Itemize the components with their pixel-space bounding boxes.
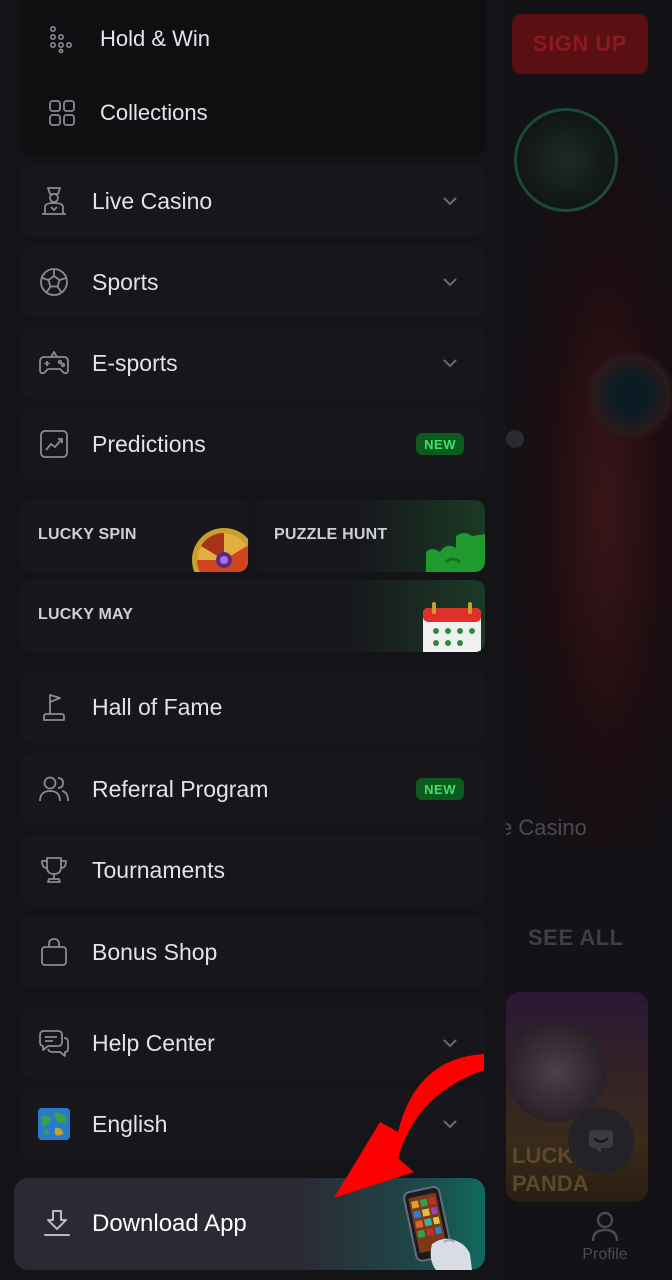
new-badge: NEW [416, 433, 464, 455]
chat-button[interactable] [568, 1108, 634, 1174]
menu-item-label: Hall of Fame [92, 693, 223, 720]
profile-icon [591, 1211, 619, 1242]
puzzle-icon [426, 533, 485, 572]
signup-button[interactable]: SIGN UP [512, 14, 648, 74]
menu-item-label: Predictions [92, 430, 206, 457]
menu-item-label: E-sports [92, 349, 178, 376]
menu-item-language[interactable]: English [20, 1088, 486, 1160]
chevron-down-icon[interactable] [440, 353, 460, 373]
banner-graphic [586, 350, 672, 440]
menu-item-label: English [92, 1110, 168, 1137]
side-menu: Hold & Win Collections Live Casino Sport… [0, 0, 506, 1280]
menu-item-help-center[interactable]: Help Center [20, 1007, 486, 1079]
menu-item-live-casino[interactable]: Live Casino [20, 165, 486, 237]
see-all-link[interactable]: SEE ALL [528, 925, 624, 951]
profile-tab[interactable]: Profile [570, 1210, 640, 1264]
submenu-item-label: Hold & Win [100, 26, 211, 51]
submenu-item-hold-and-win[interactable]: Hold & Win [48, 19, 210, 59]
menu-item-label: Bonus Shop [92, 938, 218, 965]
soccer-ball-icon [38, 266, 70, 298]
chevron-down-icon[interactable] [440, 1114, 460, 1134]
banner-dot [506, 430, 524, 448]
dealer-icon [38, 185, 70, 217]
flag-icon [38, 691, 70, 723]
users-icon [38, 773, 70, 805]
chevron-down-icon[interactable] [440, 272, 460, 292]
menu-item-esports[interactable]: E-sports [20, 327, 486, 399]
panda-image [506, 1022, 606, 1122]
background-page: SIGN UP e Casino SEE ALL LUCK PANDA Prof… [506, 0, 672, 1280]
dots-grid-icon [48, 25, 76, 53]
menu-item-label: Referral Program [92, 775, 269, 802]
chevron-down-icon[interactable] [440, 191, 460, 211]
chat-bubbles-icon [38, 1027, 70, 1059]
squares-grid-icon [48, 99, 76, 127]
menu-item-bonus-shop[interactable]: Bonus Shop [20, 916, 486, 988]
menu-item-hall-of-fame[interactable]: Hall of Fame [20, 671, 486, 743]
shopping-bag-icon [38, 936, 70, 968]
menu-item-label: Tournaments [92, 856, 225, 883]
menu-item-referral-program[interactable]: Referral Program NEW [20, 753, 486, 825]
globe-flag-icon [38, 1108, 70, 1140]
submenu-item-collections[interactable]: Collections [48, 93, 208, 133]
wheel-graphic [514, 108, 618, 212]
chart-icon [38, 428, 70, 460]
chat-icon [589, 1130, 613, 1153]
menu-item-label: Sports [92, 268, 159, 295]
game-card[interactable]: LUCK PANDA [506, 992, 648, 1202]
chevron-down-icon[interactable] [440, 1033, 460, 1053]
menu-item-predictions[interactable]: Predictions NEW [20, 408, 486, 480]
casino-submenu: Hold & Win Collections [20, 0, 486, 156]
submenu-item-label: Collections [100, 100, 208, 125]
profile-label: Profile [582, 1246, 628, 1263]
promo-label: LUCKY SPIN [38, 526, 137, 543]
menu-item-tournaments[interactable]: Tournaments [20, 834, 486, 906]
promo-puzzle-hunt[interactable]: PUZZLE HUNT [256, 500, 485, 572]
calendar-icon [423, 602, 481, 652]
promo-label: PUZZLE HUNT [274, 526, 388, 543]
wheel-icon [192, 528, 248, 572]
download-icon [44, 1210, 70, 1236]
menu-item-label: Live Casino [92, 187, 213, 214]
phone-hand-icon [403, 1185, 472, 1270]
download-app-label: Download App [92, 1210, 247, 1237]
gamepad-icon [38, 347, 70, 379]
trophy-icon [38, 854, 70, 886]
promo-label: LUCKY MAY [38, 606, 134, 623]
menu-item-label: Help Center [92, 1029, 215, 1056]
promo-lucky-may[interactable]: LUCKY MAY [20, 580, 485, 652]
promo-lucky-spin[interactable]: LUCKY SPIN [20, 500, 248, 572]
new-badge: NEW [416, 778, 464, 800]
download-app-button[interactable]: Download App [14, 1178, 485, 1270]
menu-item-sports[interactable]: Sports [20, 246, 486, 318]
section-title: e Casino [506, 815, 587, 840]
